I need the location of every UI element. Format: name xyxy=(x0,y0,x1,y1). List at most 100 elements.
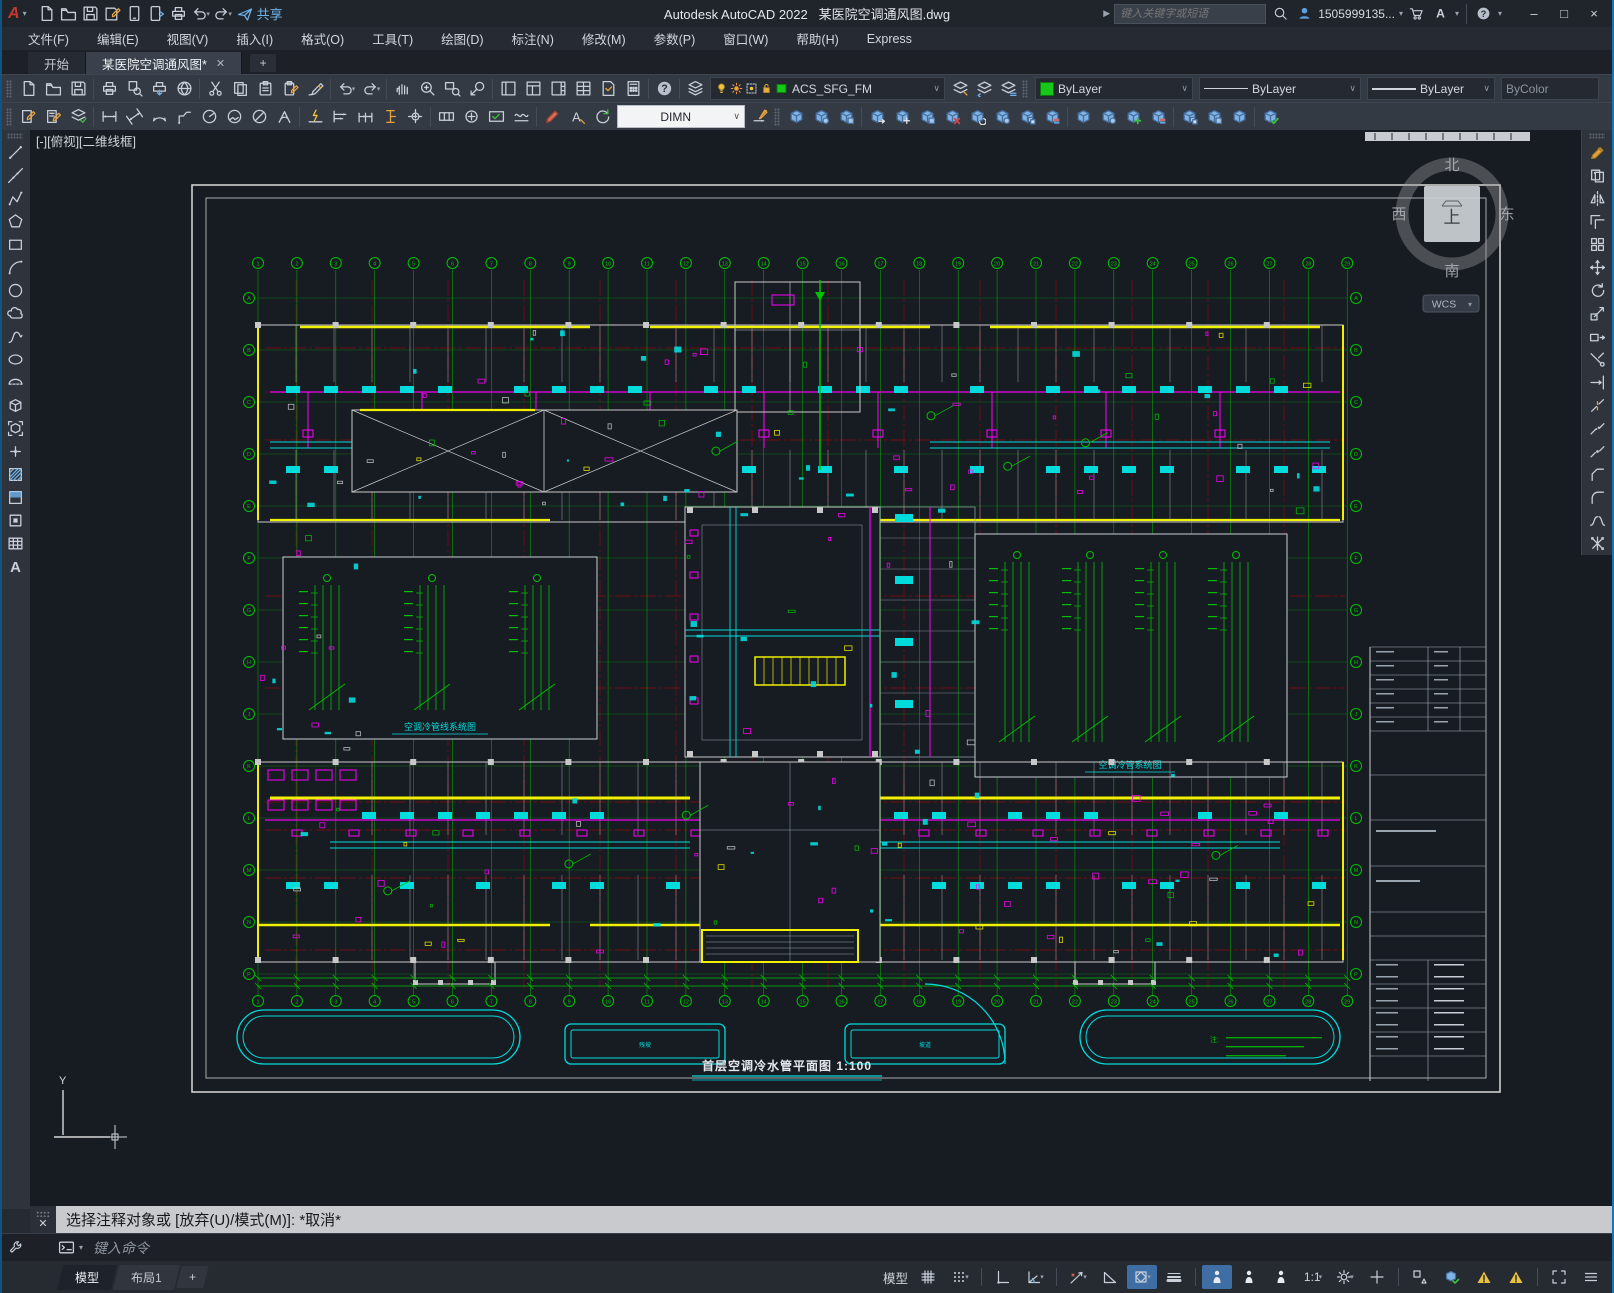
dim-edit-button[interactable] xyxy=(16,105,40,129)
minimize-button[interactable]: – xyxy=(1520,3,1548,25)
color-faces-button[interactable] xyxy=(1040,105,1064,129)
menu-8[interactable]: 修改(M) xyxy=(568,27,640,50)
extract-edges-button[interactable] xyxy=(1202,105,1226,129)
solid-intersect-button[interactable] xyxy=(834,105,858,129)
dim-arc-length-button[interactable] xyxy=(147,105,171,129)
toolbar-grip[interactable] xyxy=(6,79,12,98)
grid-display-button[interactable] xyxy=(913,1265,943,1289)
trim-button[interactable] xyxy=(1585,348,1609,371)
dim-jog-line-button[interactable] xyxy=(509,105,533,129)
extend-button[interactable] xyxy=(1585,371,1609,394)
quick-calc-button[interactable] xyxy=(621,77,645,101)
dim-continue-button[interactable] xyxy=(353,105,377,129)
region-button[interactable] xyxy=(3,509,27,532)
properties-palette-button[interactable] xyxy=(496,77,520,101)
ellipse-arc-button[interactable] xyxy=(3,371,27,394)
menu-7[interactable]: 标注(N) xyxy=(498,27,568,50)
copy-faces-button[interactable] xyxy=(1015,105,1039,129)
drag-grip-icon[interactable] xyxy=(36,1210,50,1217)
array-button[interactable] xyxy=(1585,233,1609,256)
save-to-mobile-button[interactable] xyxy=(147,3,167,25)
paste-special-button[interactable] xyxy=(278,77,302,101)
menu-4[interactable]: 格式(O) xyxy=(287,27,358,50)
open-button[interactable] xyxy=(41,77,65,101)
break-button[interactable] xyxy=(1585,417,1609,440)
menu-3[interactable]: 插入(I) xyxy=(222,27,287,50)
plot-preview-button[interactable] xyxy=(122,77,146,101)
object-snap-tracking-button[interactable]: ▾ xyxy=(1063,1265,1093,1289)
cut-button[interactable] xyxy=(203,77,227,101)
extrude-faces-button[interactable] xyxy=(865,105,889,129)
redo-button[interactable]: ▾ xyxy=(213,3,233,25)
ortho-mode-button[interactable] xyxy=(988,1265,1018,1289)
undo-dropdown-icon[interactable]: ▾ xyxy=(206,10,210,18)
tab-drawing[interactable]: 某医院空调通风图* ✕ xyxy=(86,52,243,74)
save-as-button[interactable] xyxy=(103,3,123,25)
clean-screen-button[interactable] xyxy=(1544,1265,1574,1289)
view-cube-compass[interactable]: 北 xyxy=(1444,157,1459,174)
model-space-canvas[interactable]: 1122334455667788991010111112121313141415… xyxy=(30,130,1578,1206)
spline-button[interactable] xyxy=(3,325,27,348)
plot-style-combo[interactable]: ByColor xyxy=(1501,77,1599,100)
imprint-edges-button[interactable] xyxy=(1121,105,1145,129)
polygon-button[interactable] xyxy=(3,210,27,233)
share-button[interactable]: 共享 xyxy=(257,4,283,23)
save-button[interactable] xyxy=(81,3,101,25)
match-properties-button[interactable] xyxy=(303,77,327,101)
redo-dropdown-icon[interactable]: ▾ xyxy=(377,85,381,93)
linetype-combo[interactable]: ByLayer ∨ xyxy=(1199,77,1361,100)
dim-ordinate-button[interactable] xyxy=(172,105,196,129)
solid-subtract-button[interactable] xyxy=(809,105,833,129)
pan-button[interactable] xyxy=(390,77,414,101)
dim-break-button[interactable] xyxy=(403,105,427,129)
chamfer-button[interactable] xyxy=(1585,463,1609,486)
help-icon[interactable]: ? xyxy=(1474,3,1494,25)
dim-baseline-button[interactable] xyxy=(328,105,352,129)
undo-button[interactable]: ▾ xyxy=(191,3,211,25)
solid-union-button[interactable] xyxy=(784,105,808,129)
new-file-button[interactable] xyxy=(37,3,57,25)
new-layout-button[interactable]: + xyxy=(175,1266,209,1288)
arc-button[interactable] xyxy=(3,256,27,279)
make-object-layer-current-button[interactable] xyxy=(948,77,972,101)
layout-tab-0[interactable]: 模型 xyxy=(56,1264,118,1290)
construction-line-button[interactable] xyxy=(3,164,27,187)
sheet-set-manager-button[interactable] xyxy=(571,77,595,101)
copy-button[interactable] xyxy=(1585,164,1609,187)
plot-button[interactable] xyxy=(97,77,121,101)
dim-angular-button[interactable] xyxy=(272,105,296,129)
rectangle-button[interactable] xyxy=(3,233,27,256)
zoom-previous-button[interactable] xyxy=(465,77,489,101)
command-prompt-icon[interactable] xyxy=(56,1237,76,1259)
polyline-button[interactable] xyxy=(3,187,27,210)
dim-style-combo[interactable]: DIMN ∨ xyxy=(617,105,745,128)
search-icon[interactable] xyxy=(1270,3,1290,25)
color-edges-button[interactable] xyxy=(1146,105,1170,129)
toolbar-grip[interactable] xyxy=(6,107,12,126)
snap-mode-button[interactable]: ▾ xyxy=(945,1265,975,1289)
redo-dropdown-icon[interactable]: ▾ xyxy=(228,10,232,18)
help-dropdown-icon[interactable]: ▾ xyxy=(1498,9,1502,18)
ellipse-button[interactable] xyxy=(3,348,27,371)
hardware-warning-button[interactable] xyxy=(1501,1265,1531,1289)
move-button[interactable] xyxy=(1585,256,1609,279)
dim-spacing-button[interactable] xyxy=(378,105,402,129)
menu-12[interactable]: Express xyxy=(853,30,926,48)
dim-radius-button[interactable] xyxy=(197,105,221,129)
hatch-button[interactable] xyxy=(3,463,27,486)
search-box[interactable] xyxy=(1114,3,1267,24)
maximize-button[interactable]: □ xyxy=(1550,3,1578,25)
center-mark-button[interactable] xyxy=(459,105,483,129)
isolate-objects-button[interactable] xyxy=(1405,1265,1435,1289)
layer-previous-button[interactable] xyxy=(972,77,996,101)
layer-properties-button[interactable] xyxy=(683,77,707,101)
save-button[interactable] xyxy=(66,77,90,101)
menu-0[interactable]: 文件(F) xyxy=(14,27,83,50)
line-button[interactable] xyxy=(3,141,27,164)
color-combo[interactable]: ByLayer ∨ xyxy=(1035,77,1193,100)
close-command-icon[interactable]: ✕ xyxy=(38,1218,47,1229)
stretch-button[interactable] xyxy=(1585,325,1609,348)
tab-close-icon[interactable]: ✕ xyxy=(216,57,225,70)
annotation-scale-button[interactable]: 1:1 ▾ xyxy=(1298,1265,1328,1289)
make-block-button[interactable] xyxy=(3,417,27,440)
